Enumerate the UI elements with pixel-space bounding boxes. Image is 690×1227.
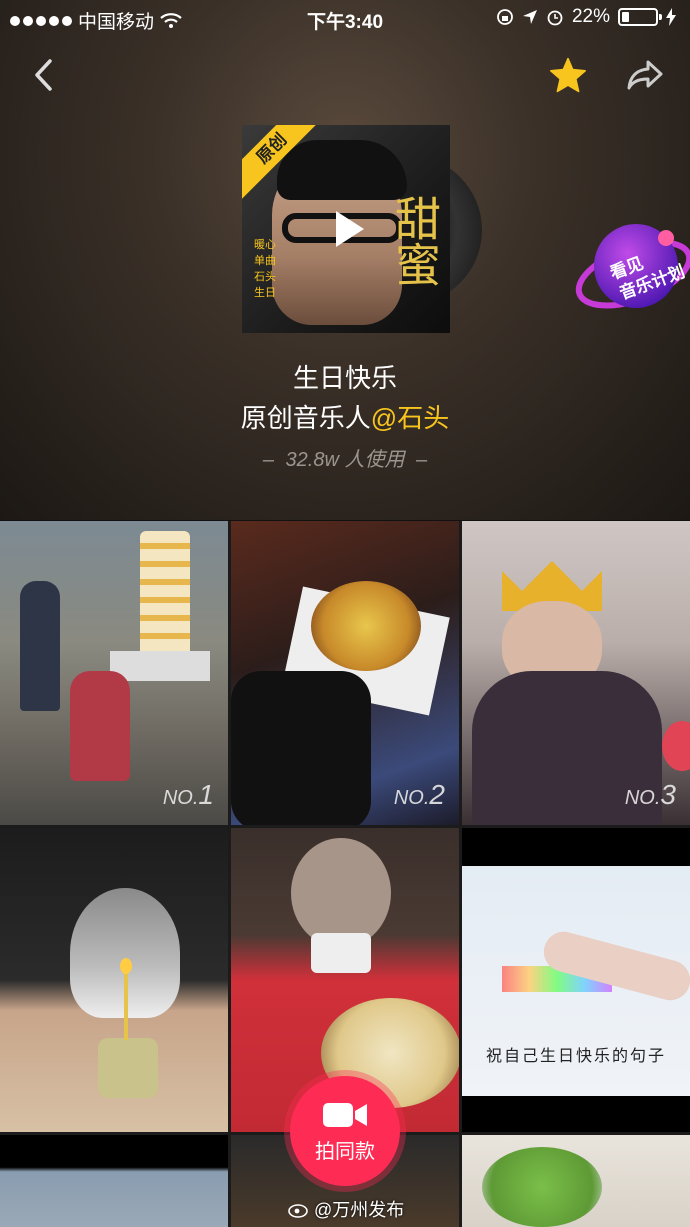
rank-badge: NO.2: [394, 779, 445, 811]
music-header: 中国移动 下午3:40 22% 甜蜜 暖心 单曲 石头 生日 原创 看见 音乐计…: [0, 0, 690, 520]
rank-prefix: NO.: [624, 787, 661, 809]
video-thumbnail[interactable]: [0, 1135, 228, 1227]
cake-slice: [662, 721, 690, 771]
watermark: @万州发布: [288, 1196, 404, 1222]
video-camera-icon: [323, 1102, 367, 1127]
elder-head: [291, 838, 391, 948]
rank-prefix: NO.: [162, 787, 199, 809]
shoot-same-button[interactable]: 拍同款: [290, 1076, 400, 1186]
birthday-cake: [311, 581, 421, 671]
star-icon: [550, 57, 586, 93]
video-thumbnail[interactable]: NO.2: [231, 521, 459, 825]
rank-number: 1: [198, 779, 214, 810]
rank-badge: NO.1: [163, 779, 214, 811]
artist-hair: [277, 140, 407, 200]
charging-icon: [666, 8, 676, 26]
music-plan-promo[interactable]: 看见 音乐计划: [572, 208, 690, 326]
watermark-text: @万州发布: [314, 1200, 405, 1220]
candle: [124, 968, 128, 1040]
chevron-left-icon: [35, 59, 52, 91]
video-caption: 祝自己生日快乐的句子: [485, 1048, 666, 1065]
video-thumbnail[interactable]: 祝自己生日快乐的句子: [462, 828, 690, 1132]
light-background: 祝自己生日快乐的句子: [462, 866, 690, 1096]
cover-side-text: 暖心 单曲 石头 生日: [254, 239, 276, 299]
shoot-same-label: 拍同款: [315, 1140, 375, 1163]
location-icon: [522, 10, 537, 24]
album-cover[interactable]: 甜蜜 暖心 单曲 石头 生日 原创: [242, 125, 482, 335]
battery-percent: 22%: [571, 6, 610, 27]
status-right: 22%: [496, 6, 676, 28]
back-button[interactable]: [18, 50, 68, 100]
rank-number: 3: [660, 779, 676, 810]
video-thumbnail[interactable]: [462, 1135, 690, 1227]
rank-number: 2: [429, 779, 445, 810]
alarm-icon: [547, 10, 563, 26]
candle-flame: [120, 958, 132, 974]
usage-dash-right: –: [416, 449, 428, 471]
cover-calligraphy: 甜蜜: [389, 195, 441, 287]
plate: [311, 933, 371, 973]
cover-art: 甜蜜 暖心 单曲 石头 生日 原创: [242, 125, 450, 333]
play-icon[interactable]: [326, 207, 370, 251]
video-thumbnail[interactable]: NO.3: [462, 521, 690, 825]
green-bowl: [482, 1147, 602, 1227]
share-button[interactable]: [620, 50, 670, 100]
small-cake: [98, 1038, 158, 1098]
video-thumbnail[interactable]: [0, 828, 228, 1132]
usage-text: 32.8w 人使用: [285, 449, 405, 471]
hand: [539, 927, 690, 1005]
song-title: 生日快乐: [292, 363, 397, 393]
artist-prefix: 原创音乐人: [240, 403, 371, 433]
rank-badge: NO.3: [625, 779, 676, 811]
person-dark: [231, 671, 371, 825]
bystander: [20, 581, 60, 711]
table: [110, 651, 210, 681]
artist-handle-link[interactable]: @石头: [371, 403, 449, 433]
status-bar: 中国移动 下午3:40 22%: [0, 0, 690, 36]
artist-line: 原创音乐人@石头: [0, 398, 690, 435]
video-thumbnail[interactable]: NO.1: [0, 521, 228, 825]
elder-figure: [70, 671, 130, 781]
rank-prefix: NO.: [393, 787, 430, 809]
favorite-button[interactable]: [543, 50, 593, 100]
weibo-icon: [288, 1204, 308, 1218]
rotation-lock-icon: [497, 9, 513, 25]
usage-dash-left: –: [262, 449, 274, 471]
share-arrow-icon: [627, 60, 663, 90]
tiered-cake: [140, 531, 190, 671]
battery-icon: [618, 8, 662, 26]
usage-count: – 32.8w 人使用 –: [0, 443, 690, 472]
